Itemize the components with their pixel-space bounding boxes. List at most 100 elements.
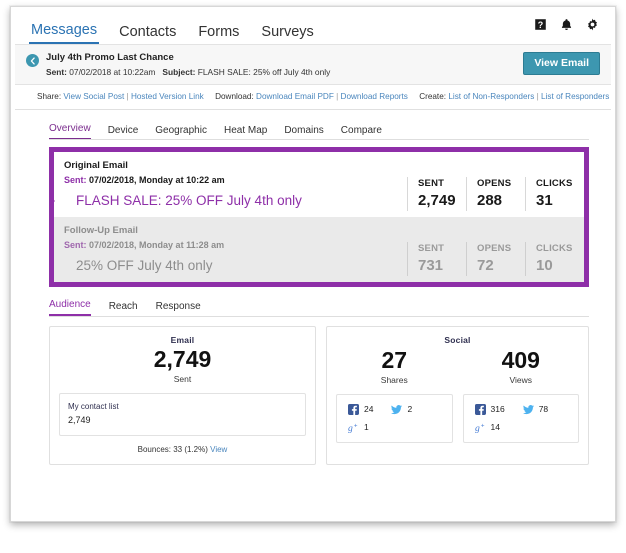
top-nav-icon-group: ? — [534, 18, 599, 31]
view-email-button[interactable]: View Email — [523, 52, 600, 75]
social-views-row-2: g + 14 — [475, 422, 569, 433]
separator-3: | — [536, 92, 539, 101]
stat-value: 10 — [536, 256, 553, 274]
download-group: Download: Download Email PDF | Download … — [215, 92, 410, 101]
svg-text:+: + — [354, 422, 358, 429]
facebook-shares-item[interactable]: 24 — [348, 403, 374, 415]
report-tab-row: Overview Device Geographic Heat Map Doma… — [49, 119, 611, 140]
followup-email-row[interactable]: Follow-Up Email Sent: 07/02/2018, Monday… — [54, 216, 584, 282]
link-hosted-version[interactable]: Hosted Version Link — [131, 92, 204, 101]
googleplus-icon: g + — [348, 422, 359, 433]
bounces-text: Bounces: 33 (1.2%) — [137, 444, 208, 454]
facebook-shares-count: 24 — [364, 404, 374, 415]
contact-list-name: My contact list — [68, 401, 119, 411]
stat-sent-followup: SENT 731 — [407, 241, 466, 276]
app-window: Messages Contacts Forms Surveys ? July 4… — [10, 6, 616, 522]
report-tabs: Overview Device Geographic Heat Map Doma… — [15, 110, 611, 140]
followup-email-subject: 25% OFF July 4th only — [76, 257, 213, 273]
social-shares-label: Shares — [380, 374, 408, 385]
stat-value: 731 — [418, 256, 444, 274]
facebook-icon — [474, 403, 486, 415]
contact-list-count: 2,749 — [68, 414, 91, 425]
download-label: Download: — [215, 92, 254, 101]
bell-icon[interactable] — [560, 18, 573, 31]
back-arrow-icon[interactable] — [26, 54, 39, 67]
svg-text:g: g — [348, 423, 353, 433]
contact-list-box[interactable]: My contact list 2,749 — [59, 392, 306, 436]
social-columns: 27 Shares 24 2 g + 1 409 Views 316 78 g … — [336, 346, 579, 443]
link-download-reports[interactable]: Download Reports — [341, 92, 408, 101]
gear-icon[interactable] — [586, 18, 599, 31]
stat-value: 31 — [536, 191, 553, 209]
stat-label: OPENS — [477, 177, 512, 189]
followup-email-sent: Sent: 07/02/2018, Monday at 11:28 am — [64, 238, 407, 252]
social-card-heading: Social — [444, 334, 471, 345]
tab-overview[interactable]: Overview — [49, 124, 91, 140]
original-sent-value: 07/02/2018, Monday at 10:22 am — [89, 175, 225, 185]
tab-device[interactable]: Device — [108, 126, 139, 140]
link-list-non-responders[interactable]: List of Non-Responders — [448, 92, 534, 101]
stat-clicks-original: CLICKS 31 — [525, 176, 584, 211]
followup-email-title: Follow-Up Email — [64, 224, 138, 236]
social-shares-row-2: g + 1 — [348, 422, 442, 433]
link-download-email-pdf[interactable]: Download Email PDF — [256, 92, 334, 101]
tab-response[interactable]: Response — [156, 301, 201, 316]
bounces-view-link[interactable]: View — [210, 445, 227, 454]
detail-tabs: Audience Reach Response — [49, 296, 589, 317]
svg-text:+: + — [480, 422, 484, 429]
sent-value: 07/02/2018 at 10:22am — [69, 67, 156, 77]
facebook-views-count: 316 — [490, 404, 505, 415]
original-sent-label: Sent: — [64, 175, 87, 185]
stat-label: CLICKS — [536, 242, 573, 254]
detail-tab-row: Audience Reach Response — [49, 296, 589, 316]
social-shares-row-1: 24 2 — [348, 403, 442, 415]
report-tabs-divider — [49, 139, 589, 140]
tab-audience[interactable]: Audience — [49, 299, 91, 316]
stat-opens-followup: OPENS 72 — [466, 241, 525, 276]
separator-1: | — [126, 92, 129, 101]
nav-tab-surveys[interactable]: Surveys — [259, 24, 315, 45]
top-nav-tabs: Messages Contacts Forms Surveys — [29, 11, 597, 44]
audience-email-card: Email 2,749 Sent My contact list 2,749 B… — [49, 325, 316, 465]
stat-clicks-followup: CLICKS 10 — [525, 241, 584, 276]
googleplus-shares-item[interactable]: g + 1 — [348, 422, 369, 433]
stat-label: OPENS — [477, 242, 512, 254]
help-icon[interactable]: ? — [534, 18, 547, 31]
twitter-views-item[interactable]: 78 — [522, 404, 548, 415]
share-label: Share: — [37, 92, 62, 101]
nav-tab-forms[interactable]: Forms — [196, 24, 241, 45]
email-sent-total: 2,749 — [153, 345, 212, 372]
nav-tab-messages[interactable]: Messages — [29, 22, 100, 44]
audience-social-card: Social 27 Shares 24 2 g + 1 409 Views 31… — [326, 325, 589, 465]
email-summary-panel: Original Email Sent: 07/02/2018, Monday … — [49, 147, 589, 287]
original-email-row: Original Email Sent: 07/02/2018, Monday … — [49, 152, 584, 217]
subject-value: FLASH SALE: 25% off July 4th only — [197, 67, 331, 77]
googleplus-views-item[interactable]: g + 14 — [475, 422, 500, 433]
followup-sent-value: 07/02/2018, Monday at 11:28 am — [89, 239, 225, 250]
stat-label: SENT — [418, 242, 445, 254]
social-shares-box: 24 2 g + 1 — [336, 393, 453, 443]
tab-heat-map[interactable]: Heat Map — [224, 126, 267, 140]
original-email-sent: Sent: 07/02/2018, Monday at 10:22 am — [64, 173, 407, 187]
facebook-views-item[interactable]: 316 — [474, 403, 505, 415]
original-email-title: Original Email — [64, 160, 128, 171]
bounces-row: Bounces: 33 (1.2%) View — [59, 445, 306, 454]
stat-value: 2,749 — [418, 191, 456, 209]
tab-compare[interactable]: Compare — [341, 126, 382, 140]
original-email-info: Original Email Sent: 07/02/2018, Monday … — [49, 152, 407, 217]
twitter-icon — [522, 404, 534, 415]
link-view-social-post[interactable]: View Social Post — [63, 92, 124, 101]
twitter-shares-count: 2 — [407, 404, 413, 415]
tab-geographic[interactable]: Geographic — [155, 126, 207, 140]
original-email-subject: FLASH SALE: 25% OFF July 4th only — [76, 193, 302, 208]
twitter-shares-item[interactable]: 2 — [391, 404, 412, 415]
nav-tab-contacts[interactable]: Contacts — [117, 24, 178, 45]
stat-label: SENT — [418, 177, 445, 189]
tab-domains[interactable]: Domains — [284, 126, 323, 140]
link-list-responders[interactable]: List of Responders — [541, 92, 609, 101]
followup-email-stats: SENT 731 OPENS 72 CLICKS 10 — [407, 217, 584, 282]
selected-marker-icon — [49, 196, 55, 206]
social-views-box: 316 78 g + 14 — [462, 393, 579, 443]
tab-reach[interactable]: Reach — [109, 301, 138, 316]
subject-label: Subject: — [162, 67, 196, 77]
